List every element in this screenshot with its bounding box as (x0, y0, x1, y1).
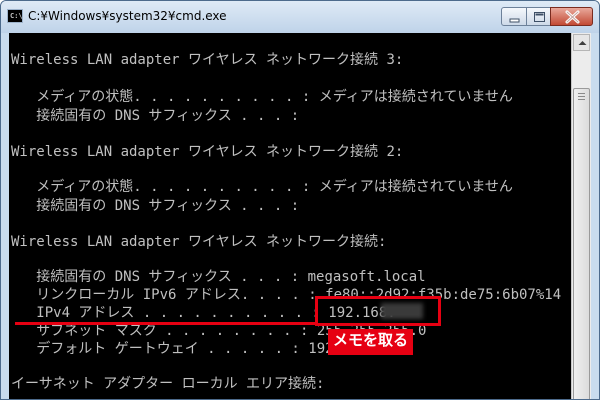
console-line: リンクローカル IPv6 アドレス. . . . : fe80::2d92:f3… (11, 287, 562, 303)
title-bar[interactable]: C:\ C:¥Windows¥system32¥cmd.exe (1, 1, 599, 33)
console-line: メディアの状態. . . . . . . . . . : メディアは接続されてい… (11, 179, 513, 195)
console-line: Wireless LAN adapter ワイヤレス ネットワーク接続 2: (11, 144, 404, 160)
console-line: メディアの状態. . . . . . . . . . : メディアは接続されてい… (11, 89, 513, 105)
scroll-up-button[interactable] (573, 34, 590, 51)
grip-line (578, 93, 585, 94)
maximize-icon (534, 12, 545, 22)
cmd-window: C:\ C:¥Windows¥system32¥cmd.exe Wireless… (0, 0, 600, 400)
console-line: Wireless LAN adapter ワイヤレス ネットワーク接続 3: (11, 52, 404, 68)
close-icon (565, 10, 580, 24)
scrollbar-thumb[interactable] (573, 88, 590, 399)
console-line: 接続固有の DNS サフィックス . . . : (11, 108, 300, 124)
minimize-icon (509, 18, 520, 23)
console-output[interactable]: Wireless LAN adapter ワイヤレス ネットワーク接続 3: メ… (9, 33, 571, 399)
console-line: デフォルト ゲートウェイ . . . . . : 192.168. (11, 341, 376, 357)
minimize-button[interactable] (501, 7, 527, 26)
window-right-frame (591, 33, 599, 399)
close-button[interactable] (550, 7, 593, 26)
highlight-underline (15, 322, 317, 325)
maximize-button[interactable] (526, 7, 551, 26)
cmd-icon[interactable]: C:\ (7, 9, 23, 23)
grip-line (578, 99, 585, 100)
console-line: 接続固有の DNS サフィックス . . . : megasoft.local (11, 269, 426, 285)
cmd-icon-label: C:\ (10, 12, 23, 20)
console-line: 接続固有の DNS サフィックス . . . : (11, 198, 300, 214)
vertical-scrollbar[interactable] (571, 33, 591, 399)
grip-line (578, 96, 585, 97)
window-title: C:¥Windows¥system32¥cmd.exe (28, 9, 227, 23)
console-line: Wireless LAN adapter ワイヤレス ネットワーク接続: (11, 234, 387, 250)
callout-label: メモを取る (328, 329, 414, 355)
console-line: イーサネット アダプター ローカル エリア接続: (11, 376, 325, 392)
scroll-up-arrow-icon (578, 41, 587, 45)
highlight-box (315, 296, 441, 326)
